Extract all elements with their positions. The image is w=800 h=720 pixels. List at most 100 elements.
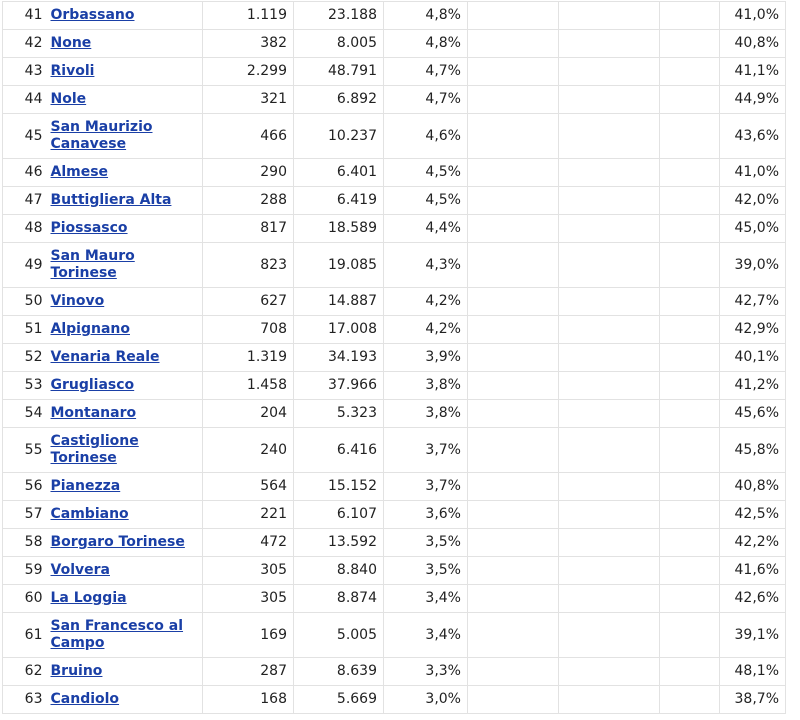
table-row: 55 Castiglione Torinese 240 6.416 3,7% 45,8% — [2, 427, 786, 473]
comune-link[interactable]: None — [51, 35, 92, 51]
comune-link[interactable]: Rivoli — [51, 63, 95, 79]
comune-link[interactable]: Pianezza — [51, 478, 121, 494]
rank-cell: 46 — [2, 158, 45, 187]
empty-cell — [659, 113, 720, 159]
comune-link[interactable]: Alpignano — [51, 321, 130, 337]
comune-link[interactable]: Venaria Reale — [51, 349, 160, 365]
empty-cell — [558, 158, 660, 187]
comune-link[interactable]: Nole — [51, 91, 87, 107]
comune-link[interactable]: Vinovo — [51, 293, 105, 309]
empty-cell — [558, 528, 660, 557]
empty-cell — [467, 399, 559, 428]
comune-link[interactable]: San Francesco al Campo — [51, 618, 184, 651]
count-cell: 466 — [202, 113, 294, 159]
empty-cell — [659, 287, 720, 316]
population-cell: 6.892 — [293, 85, 384, 114]
comune-link[interactable]: Volvera — [51, 562, 110, 578]
count-cell: 1.119 — [202, 1, 294, 30]
comune-link[interactable]: San Maurizio Canavese — [51, 119, 153, 152]
comune-name-cell: Orbassano — [44, 1, 203, 30]
percent-cell: 3,7% — [383, 472, 468, 501]
empty-cell — [659, 242, 720, 288]
empty-cell — [467, 242, 559, 288]
share-cell: 41,6% — [719, 556, 786, 585]
empty-cell — [558, 500, 660, 529]
empty-cell — [467, 528, 559, 557]
share-cell: 45,6% — [719, 399, 786, 428]
table-row: 50 Vinovo 627 14.887 4,2% 42,7% — [2, 287, 786, 316]
comune-name-cell: Nole — [44, 85, 203, 114]
empty-cell — [558, 29, 660, 58]
population-cell: 6.107 — [293, 500, 384, 529]
comune-link[interactable]: San Mauro Torinese — [51, 248, 135, 281]
comune-link[interactable]: Borgaro Torinese — [51, 534, 185, 550]
rank-cell: 48 — [2, 214, 45, 243]
empty-cell — [467, 113, 559, 159]
percent-cell: 3,0% — [383, 685, 468, 714]
comune-link[interactable]: Castiglione Torinese — [51, 433, 139, 466]
comune-link[interactable]: Piossasco — [51, 220, 128, 236]
empty-cell — [467, 158, 559, 187]
comune-name-cell: San Mauro Torinese — [44, 242, 203, 288]
comune-link[interactable]: Montanaro — [51, 405, 137, 421]
empty-cell — [467, 186, 559, 215]
empty-cell — [558, 343, 660, 372]
rank-cell: 47 — [2, 186, 45, 215]
empty-cell — [659, 500, 720, 529]
percent-cell: 3,4% — [383, 584, 468, 613]
rank-cell: 52 — [2, 343, 45, 372]
comune-name-cell: Rivoli — [44, 57, 203, 86]
empty-cell — [659, 1, 720, 30]
share-cell: 38,7% — [719, 685, 786, 714]
empty-cell — [467, 685, 559, 714]
rank-cell: 51 — [2, 315, 45, 344]
population-cell: 37.966 — [293, 371, 384, 400]
percent-cell: 4,2% — [383, 287, 468, 316]
comune-link[interactable]: Bruino — [51, 663, 103, 679]
percent-cell: 4,3% — [383, 242, 468, 288]
empty-cell — [467, 85, 559, 114]
share-cell: 42,7% — [719, 287, 786, 316]
comune-link[interactable]: La Loggia — [51, 590, 127, 606]
population-cell: 5.669 — [293, 685, 384, 714]
empty-cell — [659, 556, 720, 585]
table-row: 53 Grugliasco 1.458 37.966 3,8% 41,2% — [2, 371, 786, 400]
rank-cell: 53 — [2, 371, 45, 400]
percent-cell: 4,5% — [383, 186, 468, 215]
comune-link[interactable]: Orbassano — [51, 7, 135, 23]
share-cell: 40,8% — [719, 29, 786, 58]
rank-cell: 62 — [2, 657, 45, 686]
empty-cell — [659, 472, 720, 501]
count-cell: 472 — [202, 528, 294, 557]
empty-cell — [558, 287, 660, 316]
rank-cell: 61 — [2, 612, 45, 658]
table-row: 49 San Mauro Torinese 823 19.085 4,3% 39,0% — [2, 242, 786, 288]
empty-cell — [558, 556, 660, 585]
comune-link[interactable]: Almese — [51, 164, 109, 180]
empty-cell — [659, 612, 720, 658]
count-cell: 305 — [202, 584, 294, 613]
percent-cell: 3,5% — [383, 528, 468, 557]
percent-cell: 3,4% — [383, 612, 468, 658]
empty-cell — [558, 186, 660, 215]
share-cell: 43,6% — [719, 113, 786, 159]
share-cell: 40,8% — [719, 472, 786, 501]
table-row: 56 Pianezza 564 15.152 3,7% 40,8% — [2, 472, 786, 501]
empty-cell — [467, 1, 559, 30]
empty-cell — [558, 371, 660, 400]
empty-cell — [558, 584, 660, 613]
table-row: 58 Borgaro Torinese 472 13.592 3,5% 42,2% — [2, 528, 786, 557]
comune-name-cell: Venaria Reale — [44, 343, 203, 372]
comune-link[interactable]: Buttigliera Alta — [51, 192, 172, 208]
comune-link[interactable]: Candiolo — [51, 691, 120, 707]
population-cell: 6.401 — [293, 158, 384, 187]
population-cell: 5.005 — [293, 612, 384, 658]
table-row: 54 Montanaro 204 5.323 3,8% 45,6% — [2, 399, 786, 428]
share-cell: 42,2% — [719, 528, 786, 557]
comune-link[interactable]: Cambiano — [51, 506, 129, 522]
empty-cell — [558, 472, 660, 501]
comune-link[interactable]: Grugliasco — [51, 377, 135, 393]
empty-cell — [659, 399, 720, 428]
table-row: 51 Alpignano 708 17.008 4,2% 42,9% — [2, 315, 786, 344]
share-cell: 41,0% — [719, 1, 786, 30]
